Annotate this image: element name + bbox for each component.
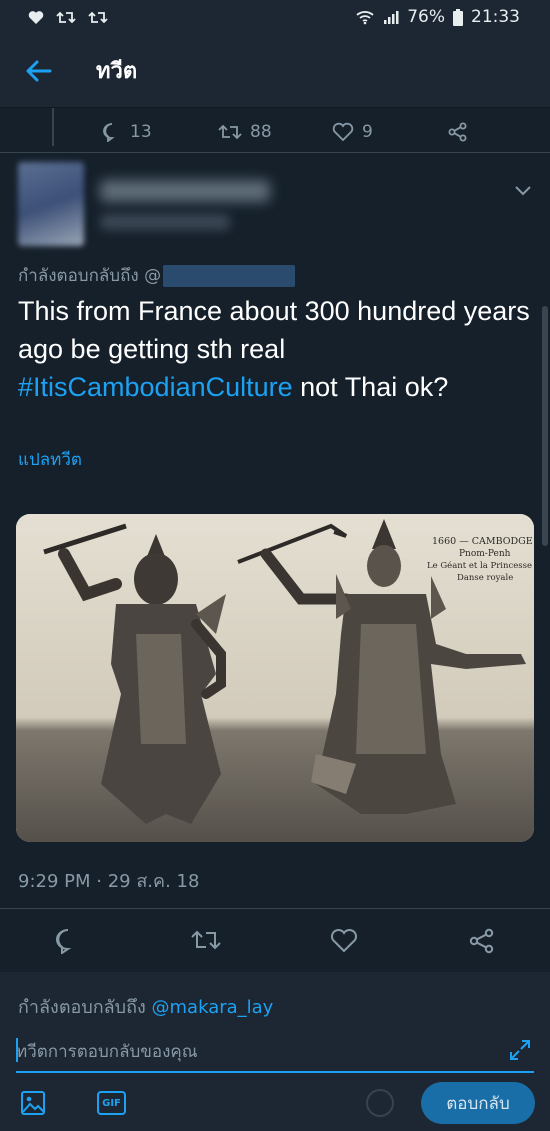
- heart-icon: [28, 10, 44, 24]
- prev-like-button[interactable]: 9: [332, 122, 373, 142]
- retweet-icon: [56, 11, 76, 23]
- chevron-down-icon: [515, 186, 531, 196]
- share-button[interactable]: [468, 928, 496, 958]
- text-cursor: [16, 1038, 18, 1062]
- caption-line2: Pnom-Penh: [459, 549, 511, 559]
- caption-line4: Danse royale: [457, 573, 513, 583]
- battery-percent: 76%: [407, 7, 445, 27]
- add-gif-button[interactable]: GIF: [97, 1091, 126, 1115]
- composer-replying-handle[interactable]: @makara_lay: [152, 997, 274, 1018]
- reply-input[interactable]: ทวีตการตอบกลับของคุณ: [16, 1038, 198, 1065]
- add-image-button[interactable]: [20, 1090, 46, 1120]
- mention-redacted[interactable]: [163, 264, 296, 287]
- reply-icon: [103, 123, 115, 142]
- battery-icon: [453, 8, 463, 26]
- expand-icon: [510, 1040, 530, 1060]
- wifi-icon: [356, 11, 374, 25]
- image-icon: [21, 1091, 45, 1115]
- hashtag-link[interactable]: #ItisCambodianCulture: [18, 372, 293, 402]
- reply-icon: [56, 928, 72, 955]
- share-icon: [448, 122, 467, 142]
- back-button[interactable]: [0, 59, 60, 83]
- replying-to-label: กำลังตอบกลับถึง @: [18, 266, 162, 286]
- like-button[interactable]: [330, 928, 358, 958]
- input-underline: [16, 1071, 534, 1073]
- tweet-text: This from France about 300 hundred years…: [18, 292, 533, 406]
- prev-reply-count: 13: [130, 122, 152, 142]
- prev-reply-button[interactable]: 13: [102, 122, 152, 142]
- clock: 21:33: [471, 7, 520, 27]
- retweet-button[interactable]: [190, 928, 222, 956]
- divider: [0, 908, 550, 909]
- composer-replying-label: กำลังตอบกลับถึง: [18, 997, 152, 1018]
- expand-button[interactable]: [508, 1038, 532, 1066]
- arrow-left-icon: [26, 60, 52, 81]
- thread-line: [52, 108, 54, 146]
- prev-retweet-count: 88: [250, 122, 272, 142]
- tweet-text-part1: This from France about 300 hundred years…: [18, 296, 530, 364]
- author-name-redacted[interactable]: [100, 180, 270, 202]
- prev-retweet-button[interactable]: 88: [218, 122, 272, 142]
- caption-line3: Le Géant et la Princesse: [427, 560, 532, 571]
- reply-composer: กำลังตอบกลับถึง @makara_lay ทวีตการตอบกล…: [0, 972, 550, 1131]
- app-bar: ทวีต: [0, 34, 550, 108]
- heart-icon: [330, 928, 358, 953]
- previous-tweet-actions: 13 88 9: [100, 117, 480, 147]
- avatar[interactable]: [18, 162, 84, 246]
- composer-replying-to: กำลังตอบกลับถึง @makara_lay: [18, 992, 273, 1021]
- share-icon: [469, 928, 494, 954]
- tweet-actions: [0, 918, 550, 966]
- prev-like-count: 9: [362, 122, 373, 142]
- divider: [0, 152, 550, 153]
- reply-button[interactable]: [54, 928, 82, 958]
- signal-icon: [384, 11, 399, 24]
- retweet-icon: [88, 11, 108, 23]
- character-counter: [366, 1089, 394, 1117]
- prev-share-button[interactable]: [448, 122, 468, 142]
- replying-to: กำลังตอบกลับถึง @: [18, 262, 296, 289]
- page-title: ทวีต: [96, 59, 138, 84]
- retweet-icon: [218, 124, 242, 140]
- translate-tweet-link[interactable]: แปลทวีต: [18, 446, 82, 473]
- tweet-text-part2: not Thai ok?: [292, 372, 449, 402]
- caption-line1: 1660 — CAMBODGE: [432, 536, 533, 547]
- reply-submit-button[interactable]: ตอบกลับ: [421, 1082, 535, 1124]
- heart-icon: [332, 122, 354, 142]
- tweet-timestamp: 9:29 PM · 29 ส.ค. 18: [18, 871, 200, 892]
- photo-illustration: 1660 — CAMBODGE Pnom-Penh Le Géant et la…: [16, 514, 534, 842]
- retweet-icon: [191, 930, 221, 950]
- scrollbar[interactable]: [542, 306, 548, 546]
- tweet-menu-button[interactable]: [514, 182, 532, 201]
- status-bar: 76% 21:33: [0, 0, 550, 34]
- tweet-photo[interactable]: 1660 — CAMBODGE Pnom-Penh Le Géant et la…: [16, 514, 534, 842]
- author-handle-redacted: [100, 214, 230, 230]
